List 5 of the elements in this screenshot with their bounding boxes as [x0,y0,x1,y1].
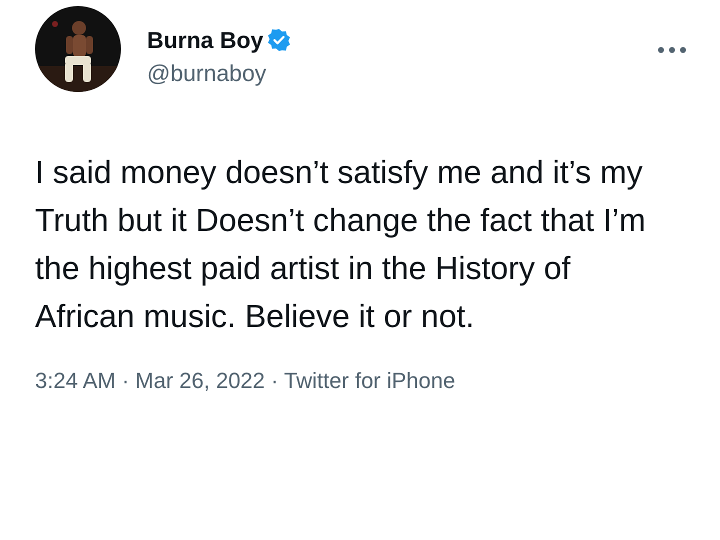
author-name[interactable]: Burna Boy [147,28,264,52]
author-handle[interactable]: @burnaboy [147,62,292,85]
tweet-timestamp: 3:24 AM · Mar 26, 2022 · Twitter for iPhone [35,370,456,392]
tweet-text: I said money doesn’t satisfy me and it’s my Truth but it Doesn’t change the fact that I’m the highest paid artist in the History of African music. Believe it or not. [35,153,647,336]
more-options-icon[interactable] [657,46,687,54]
